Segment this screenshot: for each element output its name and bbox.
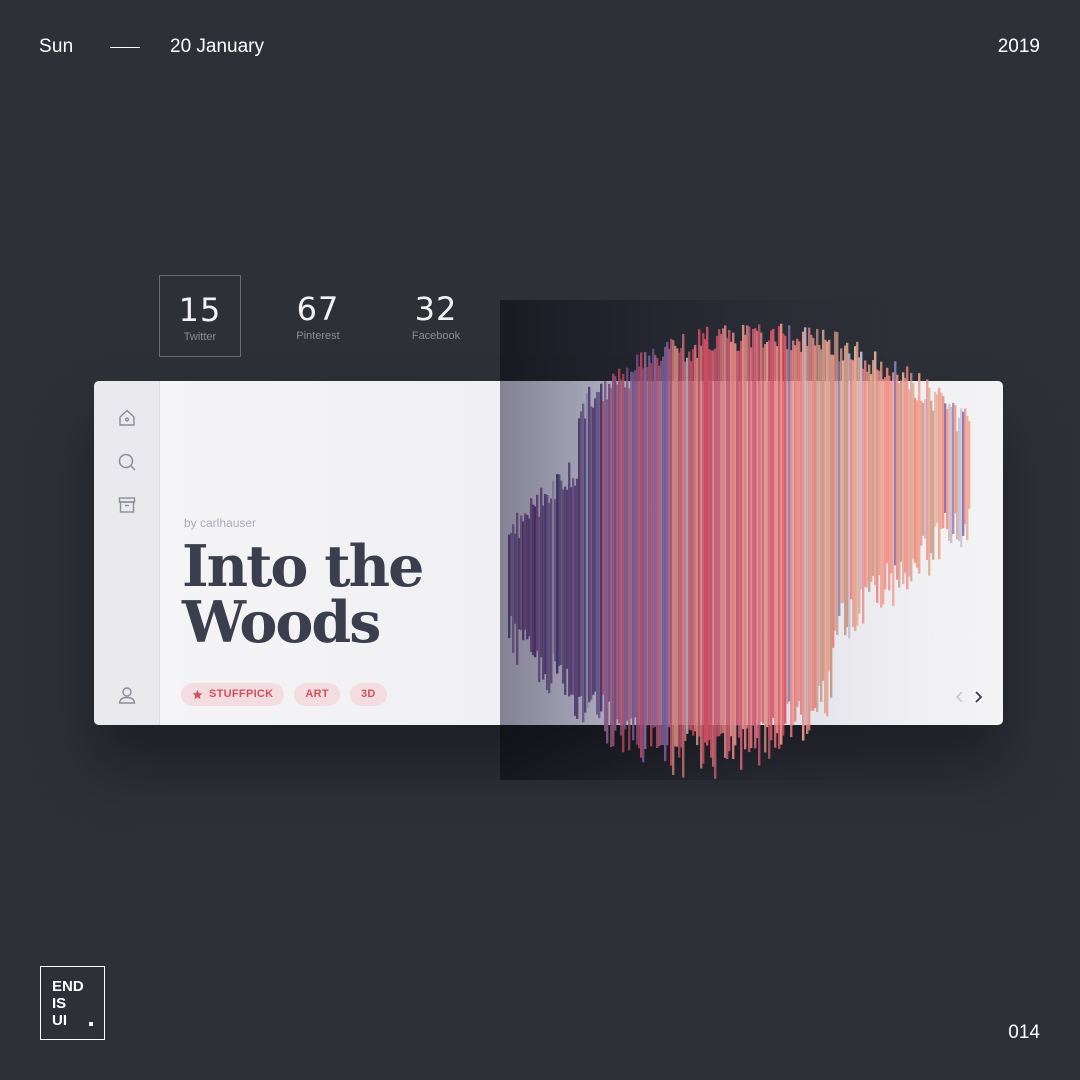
tag-list: STUFFPICK ART 3D [181, 683, 397, 706]
user-icon[interactable] [116, 684, 138, 706]
stat-value: 15 [178, 291, 222, 329]
tag-label: 3D [360, 688, 376, 700]
social-stats: 15 Twitter 67 Pinterest 32 Facebook [159, 275, 513, 357]
brand-logo[interactable]: END IS UI [40, 966, 105, 1040]
archive-icon[interactable] [116, 494, 138, 516]
logo-text: END IS UI [52, 978, 84, 1029]
author-byline[interactable]: by carlhauser [184, 516, 256, 530]
stat-pinterest[interactable]: 67 Pinterest [277, 275, 359, 357]
search-icon[interactable] [116, 451, 138, 473]
header-day: Sun [39, 36, 74, 57]
title-line: Woods [182, 589, 381, 656]
stat-label: Twitter [183, 331, 217, 343]
stat-twitter[interactable]: 15 Twitter [159, 275, 241, 357]
card-title: Into the Woods [182, 533, 502, 656]
art-shading [500, 300, 980, 780]
tag-3d[interactable]: 3D [349, 683, 387, 706]
stat-label: Pinterest [296, 330, 340, 342]
tag-art[interactable]: ART [294, 683, 340, 706]
star-icon [192, 689, 203, 700]
header-date: 20 January [170, 36, 265, 57]
stat-label: Facebook [411, 330, 461, 342]
header-divider [110, 47, 140, 48]
header-year: 2019 [997, 36, 1040, 57]
tag-label: STUFFPICK [209, 688, 274, 700]
stat-value: 32 [414, 290, 458, 328]
page-number: 014 [1008, 1022, 1040, 1043]
stat-value: 67 [296, 290, 340, 328]
abstract-artwork [500, 300, 980, 780]
home-icon[interactable] [116, 407, 138, 429]
tag-label: ART [305, 688, 329, 700]
title-line: Into the [182, 533, 424, 600]
logo-dot [89, 1022, 93, 1026]
stat-facebook[interactable]: 32 Facebook [395, 275, 477, 357]
tag-stuffpick[interactable]: STUFFPICK [181, 683, 285, 706]
sidebar [94, 381, 160, 725]
